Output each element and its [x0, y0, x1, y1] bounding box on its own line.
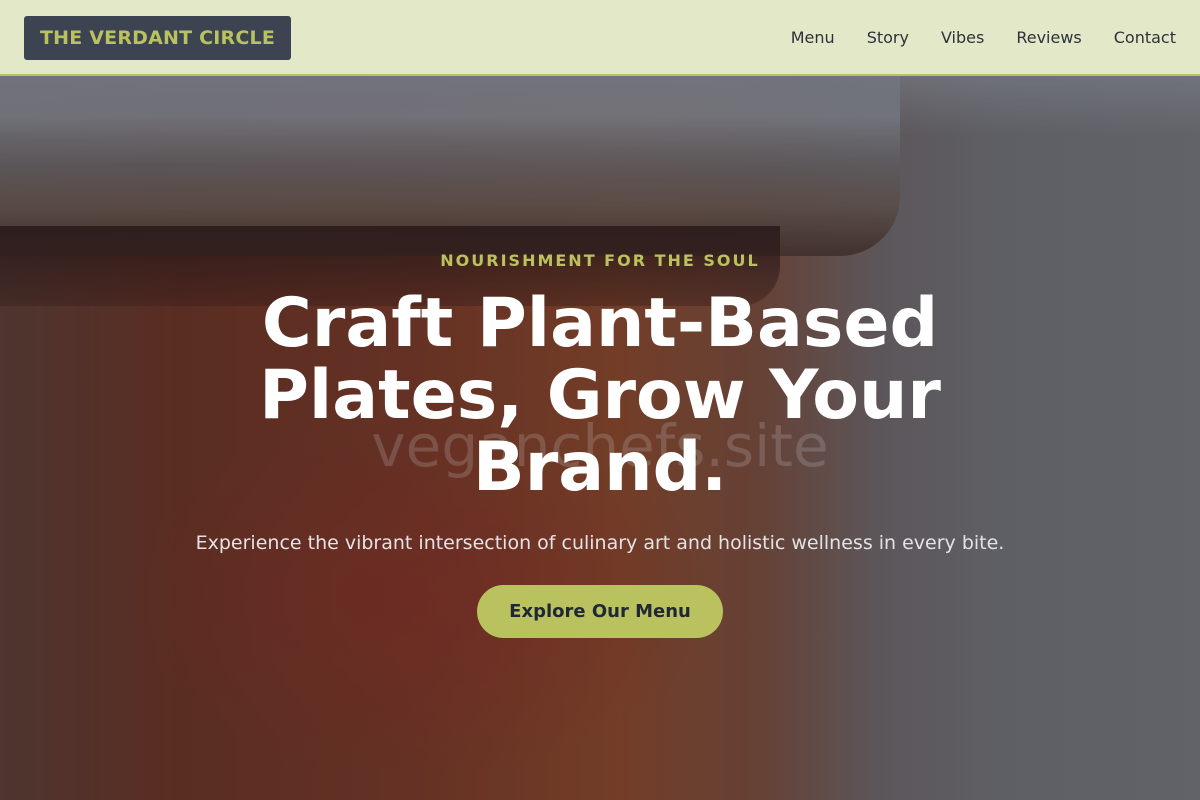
hero-section: veganchefs.site NOURISHMENT FOR THE SOUL…	[0, 76, 1200, 800]
nav-link-vibes[interactable]: Vibes	[941, 28, 984, 47]
main-nav: Menu Story Vibes Reviews Contact	[759, 0, 1176, 74]
site-header: THE VERDANT CIRCLE Menu Story Vibes Revi…	[0, 0, 1200, 76]
hero-subtitle: Experience the vibrant intersection of c…	[195, 532, 1005, 554]
page: THE VERDANT CIRCLE Menu Story Vibes Revi…	[0, 0, 1200, 800]
site-logo[interactable]: THE VERDANT CIRCLE	[24, 16, 291, 60]
nav-link-story[interactable]: Story	[867, 28, 909, 47]
hero-title: Craft Plant-Based Plates, Grow Your Bran…	[259, 284, 941, 507]
hero-eyebrow: NOURISHMENT FOR THE SOUL	[440, 251, 760, 270]
nav-link-reviews[interactable]: Reviews	[1016, 28, 1081, 47]
nav-link-menu[interactable]: Menu	[791, 28, 835, 47]
nav-link-contact[interactable]: Contact	[1114, 28, 1176, 47]
explore-menu-button[interactable]: Explore Our Menu	[477, 585, 723, 638]
